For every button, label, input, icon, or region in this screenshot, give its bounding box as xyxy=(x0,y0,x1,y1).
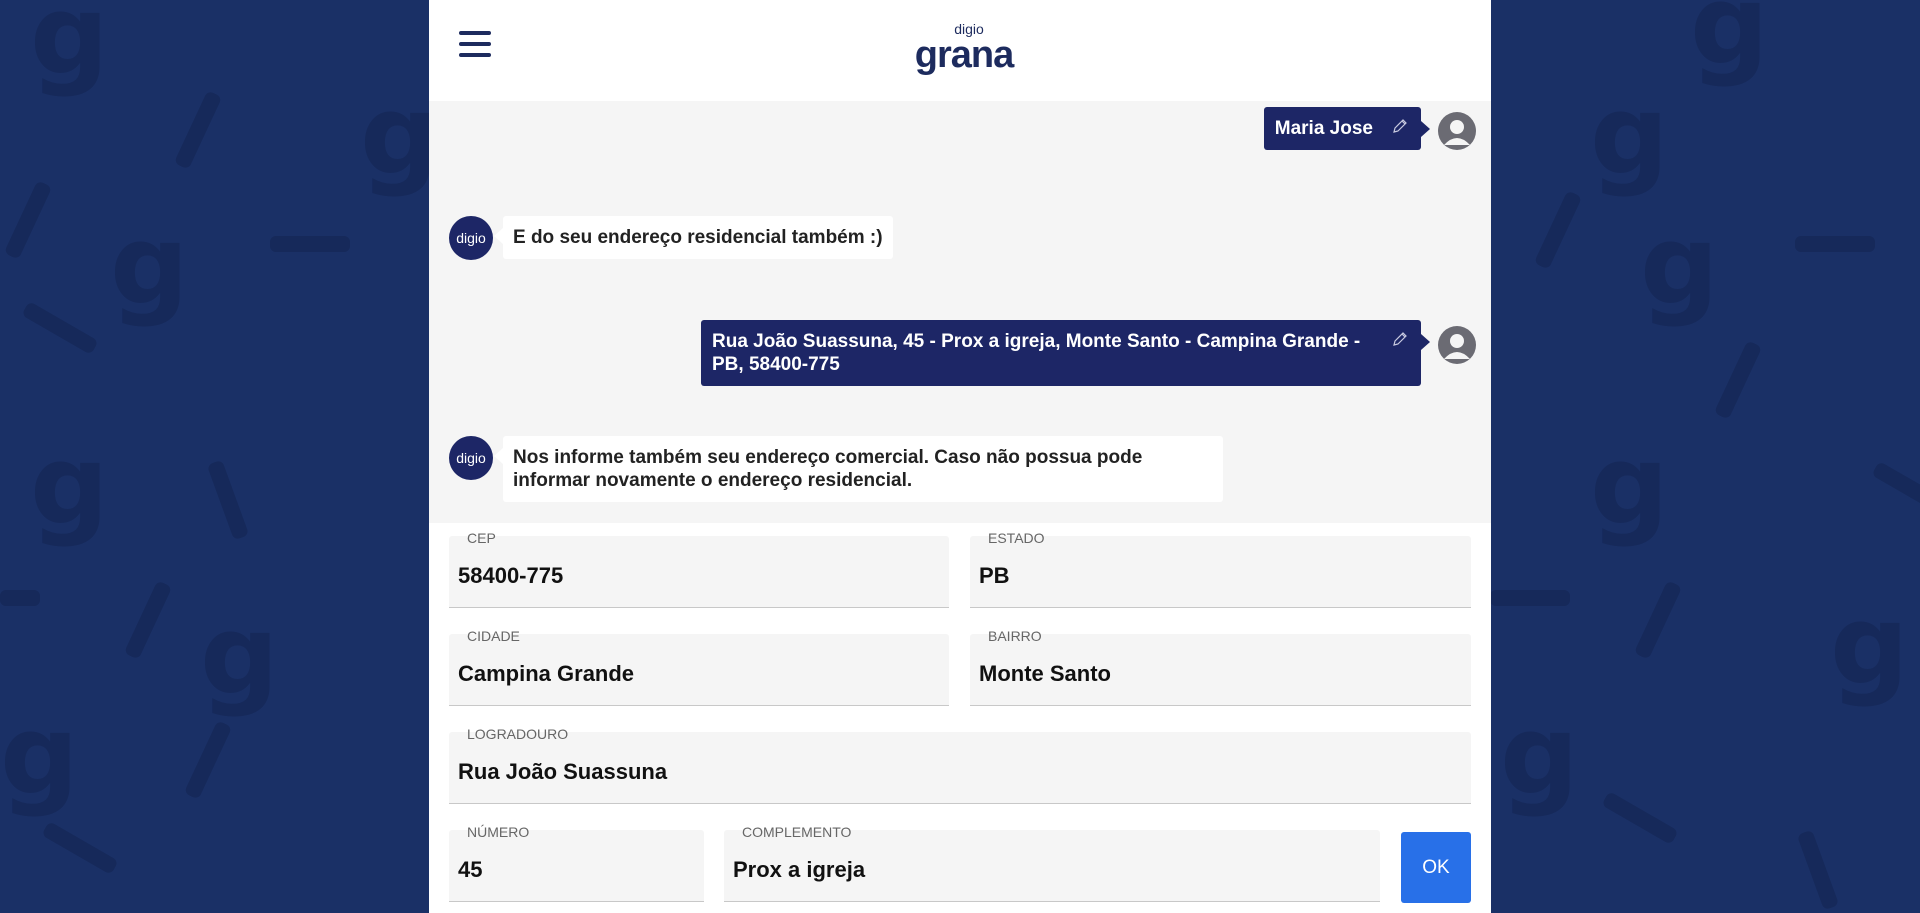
brand-pattern-glyph: g xyxy=(1830,581,1909,709)
numero-value[interactable]: 45 xyxy=(458,857,482,883)
brand-pattern-glyph: g xyxy=(30,0,109,99)
bot-avatar: digio xyxy=(449,216,493,260)
pattern-bar xyxy=(183,720,233,800)
pencil-edit-icon[interactable] xyxy=(1391,330,1409,348)
pattern-bar xyxy=(1533,190,1583,270)
user-avatar-icon xyxy=(1438,326,1476,364)
pattern-bar xyxy=(123,580,173,660)
brand-pattern-glyph: g xyxy=(1690,0,1769,89)
cep-value[interactable]: 58400-775 xyxy=(458,563,563,589)
cidade-field[interactable]: CIDADE Campina Grande xyxy=(449,628,949,706)
pattern-bar xyxy=(1601,791,1679,845)
pencil-edit-icon[interactable] xyxy=(1391,117,1409,135)
brand-pattern-glyph: g xyxy=(1590,71,1669,199)
pattern-bar xyxy=(1490,590,1570,606)
user-message-text: Maria Jose xyxy=(1274,118,1373,139)
numero-field[interactable]: NÚMERO 45 xyxy=(449,824,704,902)
pattern-bar xyxy=(206,459,250,541)
pattern-bar xyxy=(173,90,223,170)
estado-field[interactable]: ESTADO PB xyxy=(970,530,1471,608)
brand-pattern-glyph: g xyxy=(1500,691,1579,819)
cep-label: CEP xyxy=(467,530,496,546)
chat-area: Maria Jose digio E do seu endereço resid… xyxy=(429,101,1491,523)
brand-pattern-glyph: g xyxy=(110,201,189,329)
user-message-text: Rua João Suassuna, 45 - Prox a igreja, M… xyxy=(712,331,1361,375)
bot-message-bubble: E do seu endereço residencial também :) xyxy=(494,216,893,259)
estado-label: ESTADO xyxy=(988,530,1045,546)
brand-pattern-glyph: g xyxy=(200,591,279,719)
complemento-field[interactable]: COMPLEMENTO Prox a igreja xyxy=(724,824,1380,902)
bairro-field[interactable]: BAIRRO Monte Santo xyxy=(970,628,1471,706)
cidade-label: CIDADE xyxy=(467,628,520,644)
pattern-bar xyxy=(3,180,53,260)
logradouro-label: LOGRADOURO xyxy=(467,726,569,742)
pattern-bar xyxy=(41,821,119,875)
complemento-value[interactable]: Prox a igreja xyxy=(733,857,865,883)
brand-pattern-glyph: g xyxy=(1590,421,1669,549)
ok-button[interactable]: OK xyxy=(1401,832,1471,903)
pattern-bar xyxy=(1795,236,1875,252)
cep-field[interactable]: CEP 58400-775 xyxy=(449,530,949,608)
logradouro-value[interactable]: Rua João Suassuna xyxy=(458,759,667,785)
bot-message-text: Nos informe também seu endereço comercia… xyxy=(513,447,1143,491)
bot-message-bubble: Nos informe também seu endereço comercia… xyxy=(494,436,1223,502)
pattern-bar xyxy=(1871,461,1920,515)
bairro-value[interactable]: Monte Santo xyxy=(979,661,1111,687)
numero-label: NÚMERO xyxy=(467,824,530,840)
complemento-label: COMPLEMENTO xyxy=(742,824,852,840)
user-message-bubble: Maria Jose xyxy=(1263,107,1431,150)
pattern-bar xyxy=(21,301,99,355)
brand-pattern-glyph: g xyxy=(30,421,109,549)
user-avatar-icon xyxy=(1438,112,1476,150)
brand-pattern-glyph: g xyxy=(360,71,439,199)
bairro-label: BAIRRO xyxy=(988,628,1042,644)
address-form: CEP 58400-775 ESTADO PB CIDADE Campina G… xyxy=(429,523,1491,913)
pattern-bar xyxy=(1796,829,1840,911)
brand-pattern-glyph: g xyxy=(0,691,79,819)
pattern-bar xyxy=(270,236,350,252)
brand-logo: digio grana xyxy=(914,22,1014,76)
app-container: digio grana Maria Jose digio E do seu en… xyxy=(429,0,1491,913)
user-message-bubble: Rua João Suassuna, 45 - Prox a igreja, M… xyxy=(701,320,1430,386)
hamburger-menu-icon[interactable] xyxy=(459,30,491,58)
pattern-bar xyxy=(1713,340,1763,420)
estado-value[interactable]: PB xyxy=(979,563,1010,589)
logo-big-text: grana xyxy=(914,34,1014,76)
app-header: digio grana xyxy=(429,0,1491,101)
brand-pattern-glyph: g xyxy=(1640,201,1719,329)
logradouro-field[interactable]: LOGRADOURO Rua João Suassuna xyxy=(449,726,1471,804)
cidade-value[interactable]: Campina Grande xyxy=(458,661,634,687)
bot-message-text: E do seu endereço residencial também :) xyxy=(513,227,883,248)
pattern-bar xyxy=(1633,580,1683,660)
bot-avatar: digio xyxy=(449,436,493,480)
pattern-bar xyxy=(0,590,40,606)
